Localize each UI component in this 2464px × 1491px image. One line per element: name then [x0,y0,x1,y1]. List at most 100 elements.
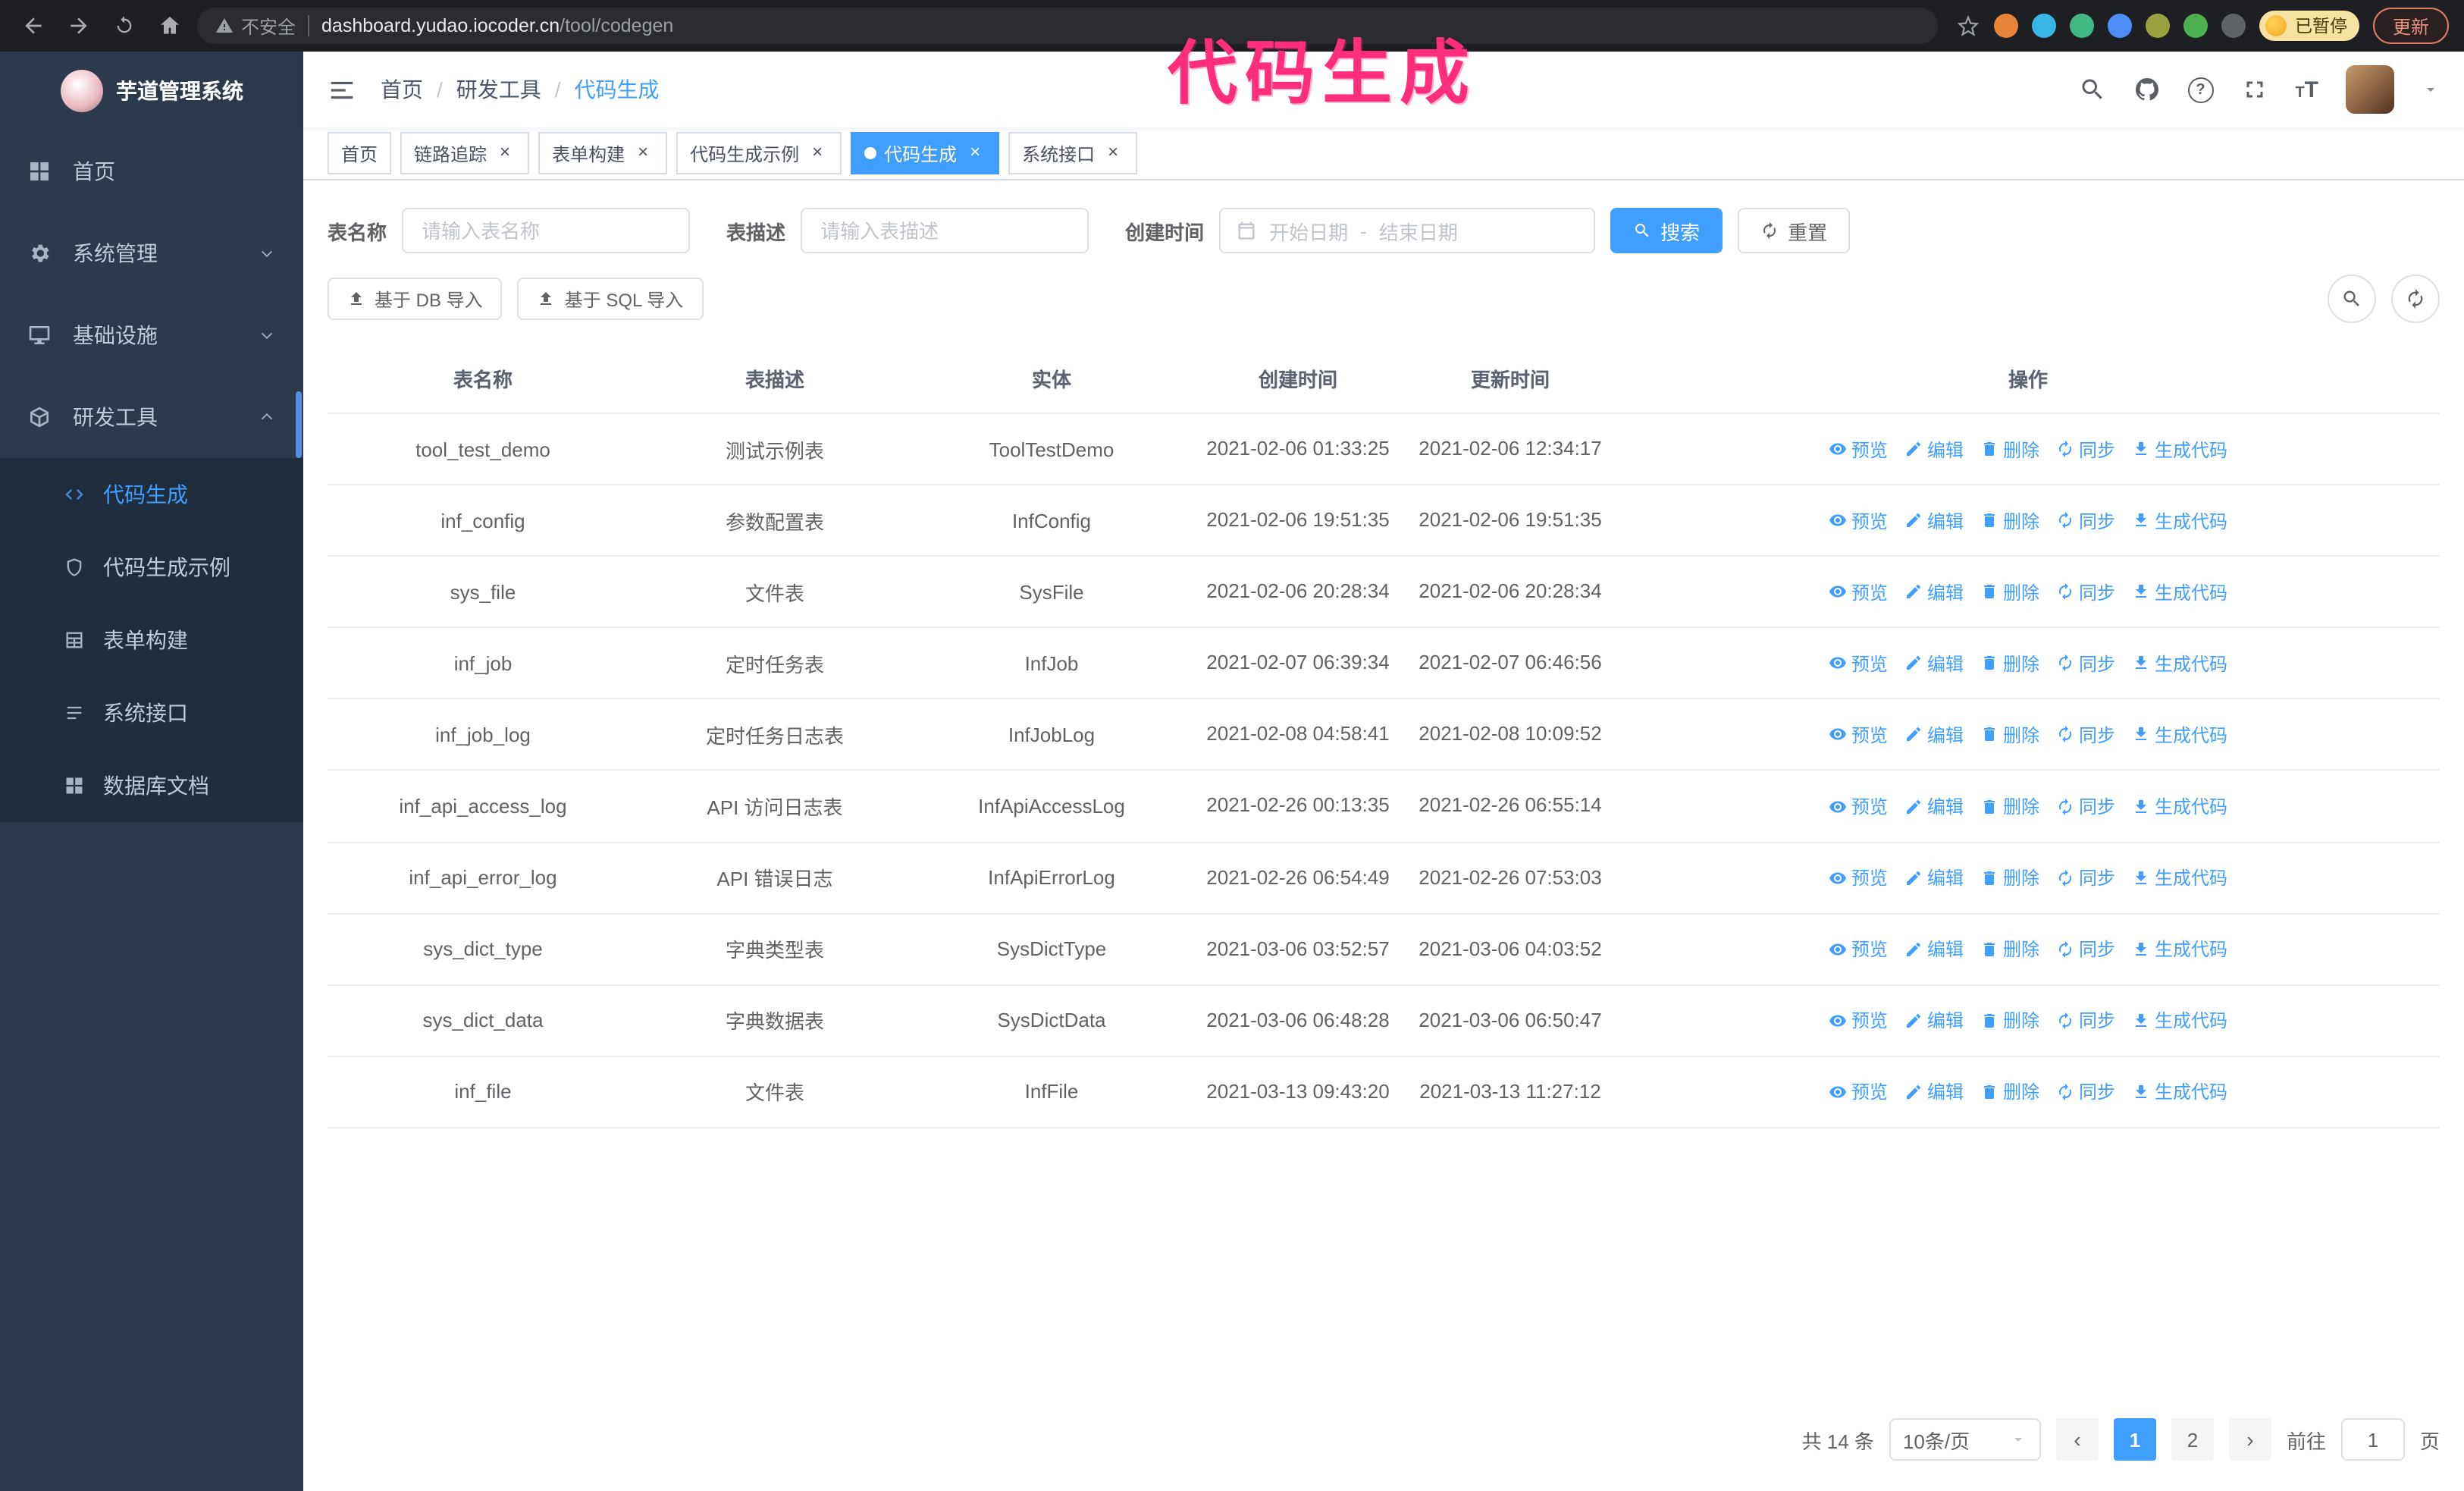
page-button-1[interactable]: 1 [2113,1418,2156,1461]
edit-link[interactable]: 编辑 [1904,936,1964,962]
sync-link[interactable]: 同步 [2056,507,2115,533]
delete-link[interactable]: 删除 [1980,722,2039,748]
sidebar-item-db-doc[interactable]: 数据库文档 [0,749,303,822]
generate-code-link[interactable]: 生成代码 [2132,1008,2227,1034]
delete-link[interactable]: 删除 [1980,793,2039,819]
close-icon[interactable]: × [807,142,828,164]
edit-link[interactable]: 编辑 [1904,436,1964,462]
extension-icon[interactable] [2146,14,2171,38]
bookmark-star-icon[interactable] [1957,14,1981,38]
extension-icon[interactable] [2183,14,2209,38]
sync-link[interactable]: 同步 [2056,579,2115,604]
extension-icon[interactable] [2221,14,2246,38]
hamburger-icon[interactable] [328,75,356,104]
delete-link[interactable]: 删除 [1980,936,2039,962]
reset-button[interactable]: 重置 [1738,208,1851,253]
delete-link[interactable]: 删除 [1980,865,2039,890]
tab-form-builder[interactable]: 表单构建 × [538,132,668,174]
extension-icon[interactable] [2032,14,2057,38]
delete-link[interactable]: 删除 [1980,1079,2039,1105]
edit-link[interactable]: 编辑 [1904,865,1964,890]
edit-link[interactable]: 编辑 [1904,1008,1964,1034]
delete-link[interactable]: 删除 [1980,1008,2039,1034]
tab-trace[interactable]: 链路追踪 × [400,132,530,174]
preview-link[interactable]: 预览 [1829,1079,1888,1105]
sync-link[interactable]: 同步 [2056,436,2115,462]
caret-down-icon[interactable] [2422,80,2440,99]
close-icon[interactable]: × [1102,142,1124,164]
edit-link[interactable]: 编辑 [1904,651,1964,676]
sync-link[interactable]: 同步 [2056,1008,2115,1034]
github-icon[interactable] [2133,76,2160,103]
tab-codegen-example[interactable]: 代码生成示例 × [676,132,842,174]
font-size-icon[interactable]: TT [2295,78,2318,101]
extension-icon[interactable] [2070,14,2095,38]
table-desc-input[interactable] [801,208,1089,253]
chrome-update-button[interactable]: 更新 [2372,8,2449,44]
address-bar[interactable]: 不安全 dashboard.yudao.iocoder.cn/tool/code… [197,8,1939,44]
sidebar-item-system-manage[interactable]: 系统管理 [0,212,303,294]
sidebar-item-form-builder[interactable]: 表单构建 [0,604,303,676]
sidebar-item-infrastructure[interactable]: 基础设施 [0,294,303,376]
table-name-input[interactable] [402,208,691,253]
toggle-search-button[interactable] [2328,275,2376,323]
preview-link[interactable]: 预览 [1829,436,1888,462]
sync-link[interactable]: 同步 [2056,1079,2115,1105]
edit-link[interactable]: 编辑 [1904,507,1964,533]
generate-code-link[interactable]: 生成代码 [2132,651,2227,676]
preview-link[interactable]: 预览 [1829,793,1888,819]
preview-link[interactable]: 预览 [1829,936,1888,962]
preview-link[interactable]: 预览 [1829,722,1888,748]
tab-system-api[interactable]: 系统接口 × [1008,132,1138,174]
close-icon[interactable]: × [494,142,516,164]
extension-icon[interactable] [2108,14,2133,38]
generate-code-link[interactable]: 生成代码 [2132,936,2227,962]
generate-code-link[interactable]: 生成代码 [2132,507,2227,533]
search-icon[interactable] [2078,76,2105,103]
preview-link[interactable]: 预览 [1829,1008,1888,1034]
delete-link[interactable]: 删除 [1980,507,2039,533]
browser-back-button[interactable] [15,8,52,44]
sidebar-item-home[interactable]: 首页 [0,130,303,212]
sidebar-item-dev-tools[interactable]: 研发工具 [0,376,303,458]
page-size-select[interactable]: 10条/页 [1889,1418,2041,1461]
generate-code-link[interactable]: 生成代码 [2132,722,2227,748]
delete-link[interactable]: 删除 [1980,651,2039,676]
generate-code-link[interactable]: 生成代码 [2132,436,2227,462]
browser-forward-button[interactable] [61,8,97,44]
security-chip[interactable]: 不安全 [215,13,296,39]
sidebar-logo[interactable]: 芋道管理系统 [0,52,303,130]
breadcrumb-home[interactable]: 首页 [381,74,423,105]
generate-code-link[interactable]: 生成代码 [2132,793,2227,819]
close-icon[interactable]: × [632,142,654,164]
edit-link[interactable]: 编辑 [1904,1079,1964,1105]
tab-codegen[interactable]: 代码生成 × [851,132,1000,174]
paused-extension-badge[interactable]: 已暂停 [2259,11,2359,41]
search-button[interactable]: 搜索 [1610,208,1723,253]
sidebar-item-codegen-example[interactable]: 代码生成示例 [0,531,303,604]
sidebar-scrollbar-thumb[interactable] [296,391,302,458]
preview-link[interactable]: 预览 [1829,651,1888,676]
preview-link[interactable]: 预览 [1829,579,1888,604]
page-button-2[interactable]: 2 [2171,1418,2214,1461]
next-page-button[interactable]: › [2228,1418,2271,1461]
sidebar-item-system-api[interactable]: 系统接口 [0,676,303,749]
sync-link[interactable]: 同步 [2056,865,2115,890]
user-avatar[interactable] [2346,65,2394,114]
sync-link[interactable]: 同步 [2056,651,2115,676]
goto-page-input[interactable] [2340,1418,2405,1461]
edit-link[interactable]: 编辑 [1904,793,1964,819]
fullscreen-icon[interactable] [2240,76,2268,103]
browser-reload-button[interactable] [106,8,143,44]
sync-link[interactable]: 同步 [2056,936,2115,962]
edit-link[interactable]: 编辑 [1904,722,1964,748]
generate-code-link[interactable]: 生成代码 [2132,579,2227,604]
sync-link[interactable]: 同步 [2056,722,2115,748]
sync-link[interactable]: 同步 [2056,793,2115,819]
help-icon[interactable]: ? [2187,77,2214,102]
prev-page-button[interactable]: ‹ [2055,1418,2099,1461]
preview-link[interactable]: 预览 [1829,507,1888,533]
extension-icon[interactable] [1994,14,2019,38]
import-db-button[interactable]: 基于 DB 导入 [328,278,503,320]
delete-link[interactable]: 删除 [1980,436,2039,462]
